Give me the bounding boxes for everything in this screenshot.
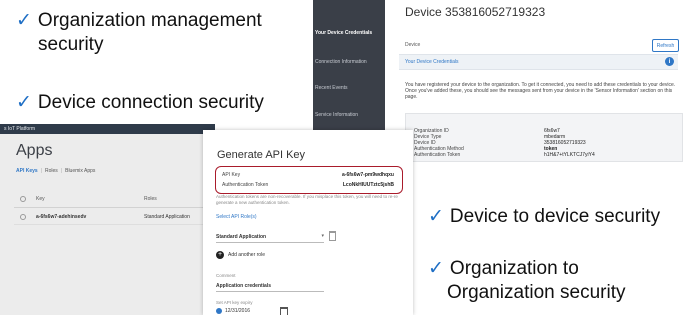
apps-tabs: API Keys | Roles | Bluemix Apps xyxy=(16,168,96,174)
expiry-radio[interactable] xyxy=(216,308,222,314)
sidebar-item-events[interactable]: Recent Events xyxy=(315,85,348,91)
credentials-description: You have registered your device to the o… xyxy=(405,82,676,100)
table-header: Key Roles xyxy=(14,191,215,208)
row-role: Standard Application xyxy=(144,214,190,220)
row-checkbox[interactable] xyxy=(20,214,26,222)
sidebar-item-service[interactable]: Service Information xyxy=(315,112,358,118)
role-value: Standard Application xyxy=(216,234,267,240)
select-role-label: Select API Role(s) xyxy=(216,214,257,220)
cred-key: Authentication Token xyxy=(414,152,461,158)
auth-token-label: Authentication Token xyxy=(222,182,269,188)
device-label: Device xyxy=(405,42,421,48)
bullet-org-to-org: ✓ Organization to xyxy=(428,258,579,280)
dialog-title: Generate API Key xyxy=(217,149,306,161)
generate-api-key-dialog: Generate API Key API Key a-6fs6w7-pm9wdh… xyxy=(203,130,413,315)
check-icon: ✓ xyxy=(428,206,444,227)
add-role-button[interactable]: + Add another role xyxy=(216,251,265,259)
column-roles[interactable]: Roles xyxy=(144,196,157,202)
comment-value: Application credentials xyxy=(216,283,272,289)
credentials-table: Organization ID 6fs6w7 Device Type mbeda… xyxy=(405,113,683,162)
bullet-text: Organization management xyxy=(37,10,262,31)
tab-roles[interactable]: Roles xyxy=(45,168,58,174)
device-main: Device 353816052719323 Device Refresh Yo… xyxy=(385,0,688,165)
column-key[interactable]: Key xyxy=(36,196,45,202)
expiry-option[interactable]: 12/31/2016 xyxy=(216,308,250,314)
tab-bluemix-apps[interactable]: Bluemix Apps xyxy=(65,168,95,174)
bullet-text: security xyxy=(38,34,104,55)
token-warning: Authentication tokens are non-recoverabl… xyxy=(216,194,398,205)
check-icon: ✓ xyxy=(428,258,444,279)
bullet-org-management: ✓ Organization management xyxy=(16,10,262,32)
sidebar-item-credentials[interactable]: Your Device Credentials xyxy=(315,30,372,36)
generated-credentials-box: API Key a-6fs6w7-pm9wdhqxu Authenticatio… xyxy=(215,166,403,194)
check-icon: ✓ xyxy=(16,10,32,31)
trash-icon[interactable] xyxy=(329,231,336,241)
tab-api-keys[interactable]: API Keys xyxy=(16,168,38,174)
bullet-device-connection: ✓ Device connection security xyxy=(16,92,264,114)
refresh-button[interactable]: Refresh xyxy=(652,39,679,52)
auth-token-value: LcoNkHIUUTztc5jshB xyxy=(342,182,394,188)
page-title: Apps xyxy=(16,142,53,159)
platform-topbar: s IoT Platform xyxy=(0,124,215,134)
bullet-text: Device to device security xyxy=(449,206,661,227)
device-title: Device 353816052719323 xyxy=(405,5,546,19)
chevron-down-icon: ▾ xyxy=(321,233,324,239)
expiry-date: 12/31/2016 xyxy=(225,308,251,314)
table-row[interactable]: a-6fs6w7-adehinsedv Standard Application xyxy=(14,210,215,225)
cred-value: h1H&7+tYLKTCJ7yiY4 xyxy=(544,152,595,158)
api-key-value: a-6fs6w7-pm9wdhqxu xyxy=(342,172,394,178)
calendar-icon[interactable] xyxy=(280,307,288,315)
select-all-checkbox[interactable] xyxy=(20,196,26,204)
bullet-device-to-device: ✓ Device to device security xyxy=(428,206,660,228)
bullet-text: Organization security xyxy=(447,282,626,303)
credentials-heading: Your Device Credentials xyxy=(405,59,459,65)
info-icon[interactable]: i xyxy=(665,57,674,66)
row-key: a-6fs6w7-adehinsedv xyxy=(36,214,87,220)
bullet-org-management-cont: security xyxy=(38,34,103,56)
apps-screenshot: s IoT Platform Apps API Keys | Roles | Bluem… xyxy=(0,124,215,315)
comment-input[interactable]: Application credentials xyxy=(216,281,324,292)
bullet-text: Organization to xyxy=(449,258,579,279)
plus-icon: + xyxy=(216,251,224,259)
platform-name: s IoT Platform xyxy=(4,126,36,132)
api-key-label: API Key xyxy=(222,172,241,178)
bullet-org-to-org-cont: Organization security xyxy=(447,282,625,304)
comment-label: Comment xyxy=(216,273,236,278)
expiry-label: Set API key expiry xyxy=(216,300,253,305)
credentials-header[interactable]: Your Device Credentials i xyxy=(399,54,678,70)
sidebar-item-connection[interactable]: Connection Information xyxy=(315,59,367,65)
check-icon: ✓ xyxy=(16,92,32,113)
bullet-text: Device connection security xyxy=(37,92,264,113)
add-role-label: Add another role xyxy=(228,252,265,258)
role-select[interactable]: Standard Application ▾ xyxy=(216,232,324,243)
